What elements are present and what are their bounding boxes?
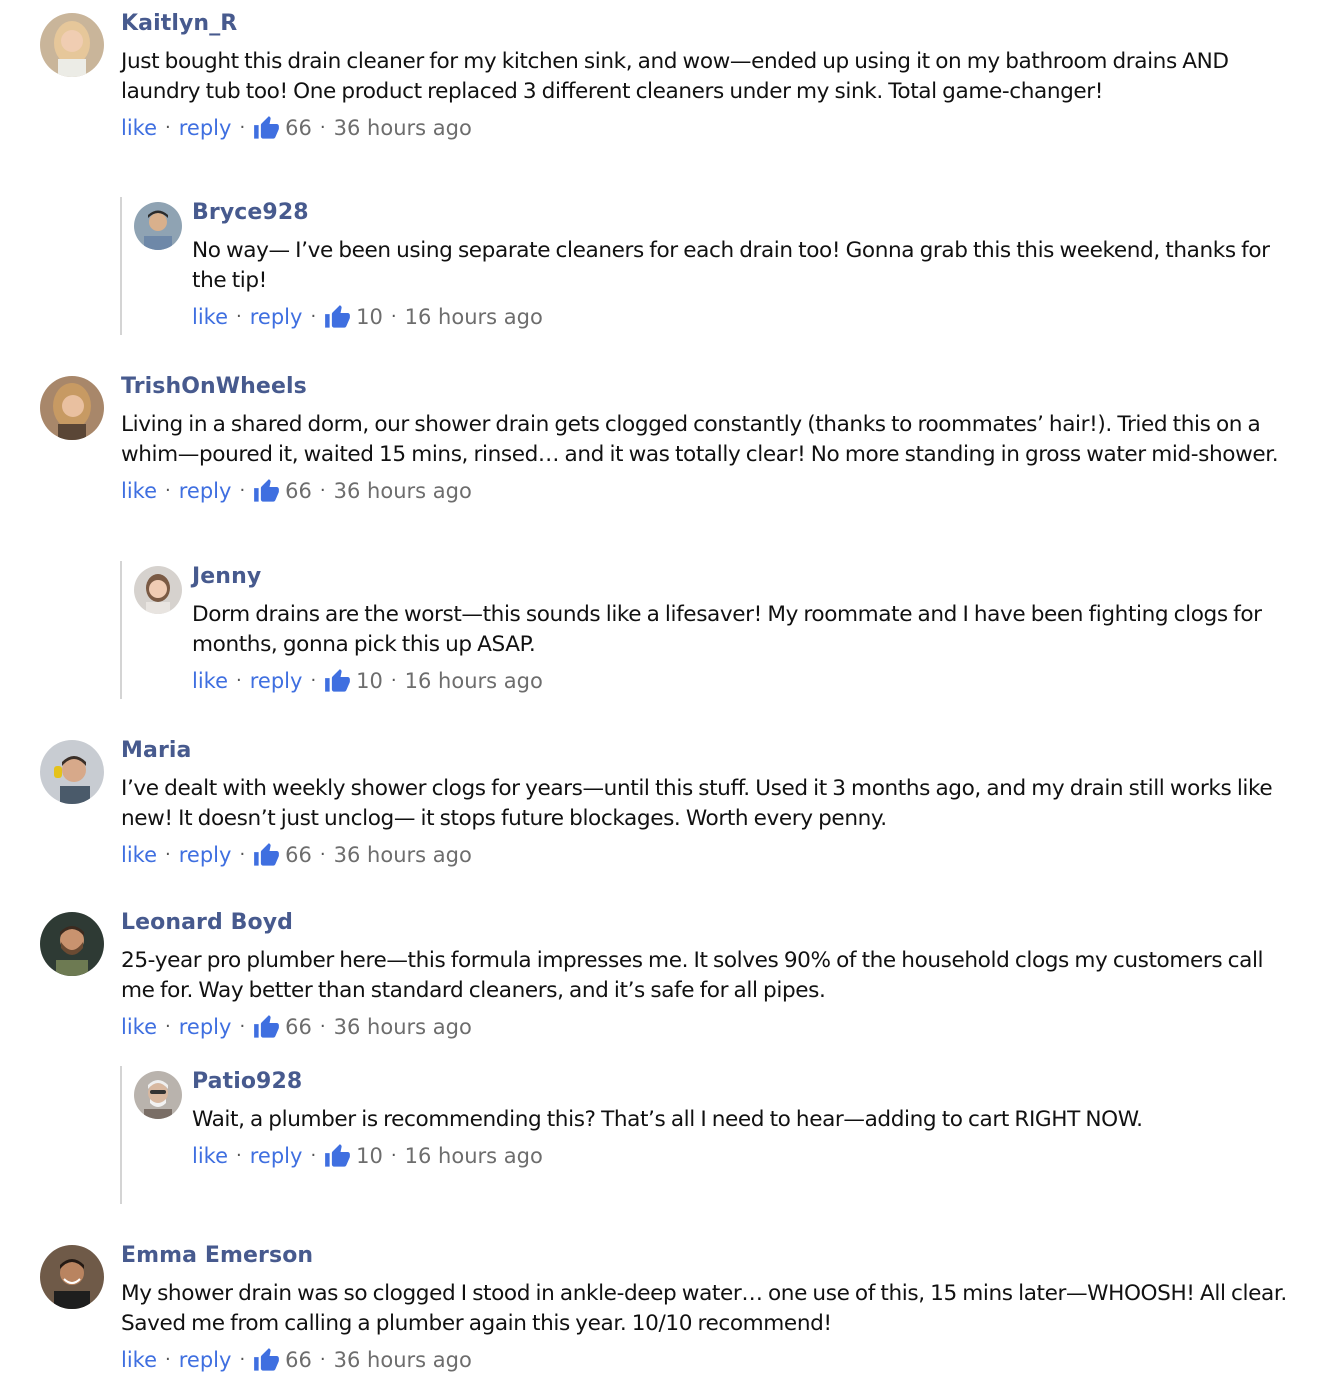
comment-author[interactable]: Bryce928 <box>192 197 1292 229</box>
reply-link[interactable]: reply <box>250 1139 303 1173</box>
thumbs-up-icon[interactable] <box>253 115 280 142</box>
reply-link[interactable]: reply <box>179 1010 232 1044</box>
reply-link[interactable]: reply <box>250 664 303 698</box>
separator-dot: · <box>319 117 326 138</box>
thumbs-up-icon[interactable] <box>324 1143 351 1170</box>
separator-dot: · <box>165 480 171 501</box>
like-count: 10 <box>356 305 383 329</box>
user-avatar[interactable] <box>134 1071 182 1119</box>
like-count: 66 <box>285 116 312 140</box>
like-link[interactable]: like <box>192 1139 228 1173</box>
comment-author[interactable]: Emma Emerson <box>121 1240 1292 1272</box>
user-avatar[interactable] <box>40 376 104 440</box>
comment-actions: like · reply · 66 · 36 hours ago <box>121 1343 1292 1377</box>
thumbs-up-icon[interactable] <box>253 478 280 505</box>
separator-dot: · <box>310 1145 317 1166</box>
like-link[interactable]: like <box>121 474 157 508</box>
thumbs-up-icon[interactable] <box>253 842 280 869</box>
comment-actions: like · reply · 66 · 36 hours ago <box>121 1010 1292 1044</box>
reply-thread: Bryce928 No way— I’ve been using separat… <box>120 197 1292 335</box>
thumbs-up-icon[interactable] <box>324 304 351 331</box>
like-link[interactable]: like <box>121 111 157 145</box>
reply-link[interactable]: reply <box>250 300 303 334</box>
separator-dot: · <box>310 306 317 327</box>
user-avatar[interactable] <box>134 202 182 250</box>
separator-dot: · <box>319 844 326 865</box>
comment-author[interactable]: Leonard Boyd <box>121 907 1292 939</box>
like-count: 66 <box>285 843 312 867</box>
timestamp: 36 hours ago <box>333 843 472 867</box>
comment-author[interactable]: TrishOnWheels <box>121 371 1292 403</box>
comment-author[interactable]: Kaitlyn_R <box>121 8 1292 40</box>
like-count: 10 <box>356 669 383 693</box>
separator-dot: · <box>236 306 242 327</box>
thumbs-up-icon[interactable] <box>253 1014 280 1041</box>
like-count: 66 <box>285 1348 312 1372</box>
separator-dot: · <box>236 670 242 691</box>
comment-author[interactable]: Jenny <box>192 561 1292 593</box>
comment-text: Dorm drains are the worst—this sounds li… <box>192 602 1262 657</box>
comment-text: I’ve dealt with weekly shower clogs for … <box>121 776 1273 831</box>
like-count: 10 <box>356 1144 383 1168</box>
comment-actions: like · reply · 66 · 36 hours ago <box>121 111 1292 145</box>
thumbs-up-icon[interactable] <box>253 1347 280 1374</box>
reply-link[interactable]: reply <box>179 838 232 872</box>
separator-dot: · <box>239 480 246 501</box>
comment-actions: like · reply · 10 · 16 hours ago <box>192 300 1292 334</box>
like-link[interactable]: like <box>192 300 228 334</box>
reply-link[interactable]: reply <box>179 111 232 145</box>
separator-dot: · <box>319 480 326 501</box>
comment-author[interactable]: Patio928 <box>192 1066 1292 1098</box>
separator-dot: · <box>319 1016 326 1037</box>
comment-actions: like · reply · 10 · 16 hours ago <box>192 1139 1292 1173</box>
like-link[interactable]: like <box>121 1010 157 1044</box>
comment-text: My shower drain was so clogged I stood i… <box>121 1281 1287 1336</box>
comment-text: Wait, a plumber is recommending this? Th… <box>192 1107 1143 1132</box>
separator-dot: · <box>390 670 397 691</box>
like-count: 66 <box>285 1015 312 1039</box>
reply-thread: Jenny Dorm drains are the worst—this sou… <box>120 561 1292 699</box>
user-avatar[interactable] <box>40 13 104 77</box>
separator-dot: · <box>236 1145 242 1166</box>
timestamp: 16 hours ago <box>404 669 543 693</box>
comment-text: 25-year pro plumber here—this formula im… <box>121 948 1264 1003</box>
comment-text: Just bought this drain cleaner for my ki… <box>121 49 1229 104</box>
separator-dot: · <box>390 1145 397 1166</box>
separator-dot: · <box>310 670 317 691</box>
reply-link[interactable]: reply <box>179 474 232 508</box>
user-avatar[interactable] <box>40 740 104 804</box>
like-count: 66 <box>285 479 312 503</box>
separator-dot: · <box>319 1349 326 1370</box>
separator-dot: · <box>165 844 171 865</box>
separator-dot: · <box>165 1349 171 1370</box>
like-link[interactable]: like <box>121 838 157 872</box>
timestamp: 36 hours ago <box>333 1015 472 1039</box>
separator-dot: · <box>239 1016 246 1037</box>
comment-text: Living in a shared dorm, our shower drai… <box>121 412 1279 467</box>
user-avatar[interactable] <box>40 912 104 976</box>
separator-dot: · <box>239 117 246 138</box>
timestamp: 16 hours ago <box>404 1144 543 1168</box>
separator-dot: · <box>239 844 246 865</box>
separator-dot: · <box>165 117 171 138</box>
timestamp: 36 hours ago <box>333 1348 472 1372</box>
user-avatar[interactable] <box>40 1245 104 1309</box>
separator-dot: · <box>239 1349 246 1370</box>
comment-author[interactable]: Maria <box>121 735 1292 767</box>
user-avatar[interactable] <box>134 566 182 614</box>
reply-link[interactable]: reply <box>179 1343 232 1377</box>
timestamp: 36 hours ago <box>333 116 472 140</box>
timestamp: 16 hours ago <box>404 305 543 329</box>
comment-actions: like · reply · 10 · 16 hours ago <box>192 664 1292 698</box>
like-link[interactable]: like <box>121 1343 157 1377</box>
separator-dot: · <box>390 306 397 327</box>
comment-actions: like · reply · 66 · 36 hours ago <box>121 474 1292 508</box>
timestamp: 36 hours ago <box>333 479 472 503</box>
comment-text: No way— I’ve been using separate cleaner… <box>192 238 1270 293</box>
thumbs-up-icon[interactable] <box>324 668 351 695</box>
like-link[interactable]: like <box>192 664 228 698</box>
separator-dot: · <box>165 1016 171 1037</box>
comment-actions: like · reply · 66 · 36 hours ago <box>121 838 1292 872</box>
reply-thread: Patio928 Wait, a plumber is recommending… <box>120 1066 1292 1204</box>
